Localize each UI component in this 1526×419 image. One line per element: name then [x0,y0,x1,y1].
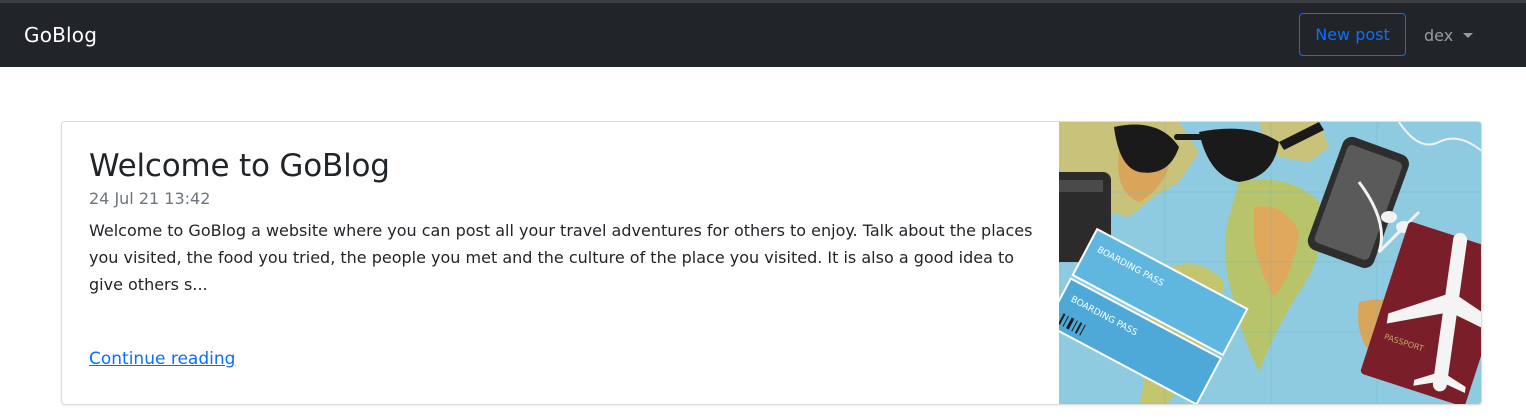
travel-map-photo-icon: BOARDING PASS BOARDING PASS PASSPORT [1059,122,1481,404]
top-navbar: GoBlog New post dex [0,0,1526,67]
caret-down-icon [1463,32,1474,38]
post-excerpt: Welcome to GoBlog a website where you ca… [89,221,1033,294]
brand-logo[interactable]: GoBlog [24,23,97,47]
post-card-body: Welcome to GoBlog 24 Jul 21 13:42 Welcom… [62,122,1059,404]
post-card: Welcome to GoBlog 24 Jul 21 13:42 Welcom… [61,121,1482,405]
post-title: Welcome to GoBlog [89,148,390,184]
username-label: dex [1424,25,1454,45]
post-date: 24 Jul 21 13:42 [89,189,211,208]
continue-reading-link[interactable]: Continue reading [89,349,235,369]
post-thumbnail-image: BOARDING PASS BOARDING PASS PASSPORT [1059,122,1481,404]
user-menu-toggle[interactable]: dex [1424,3,1474,67]
new-post-button[interactable]: New post [1299,13,1406,56]
